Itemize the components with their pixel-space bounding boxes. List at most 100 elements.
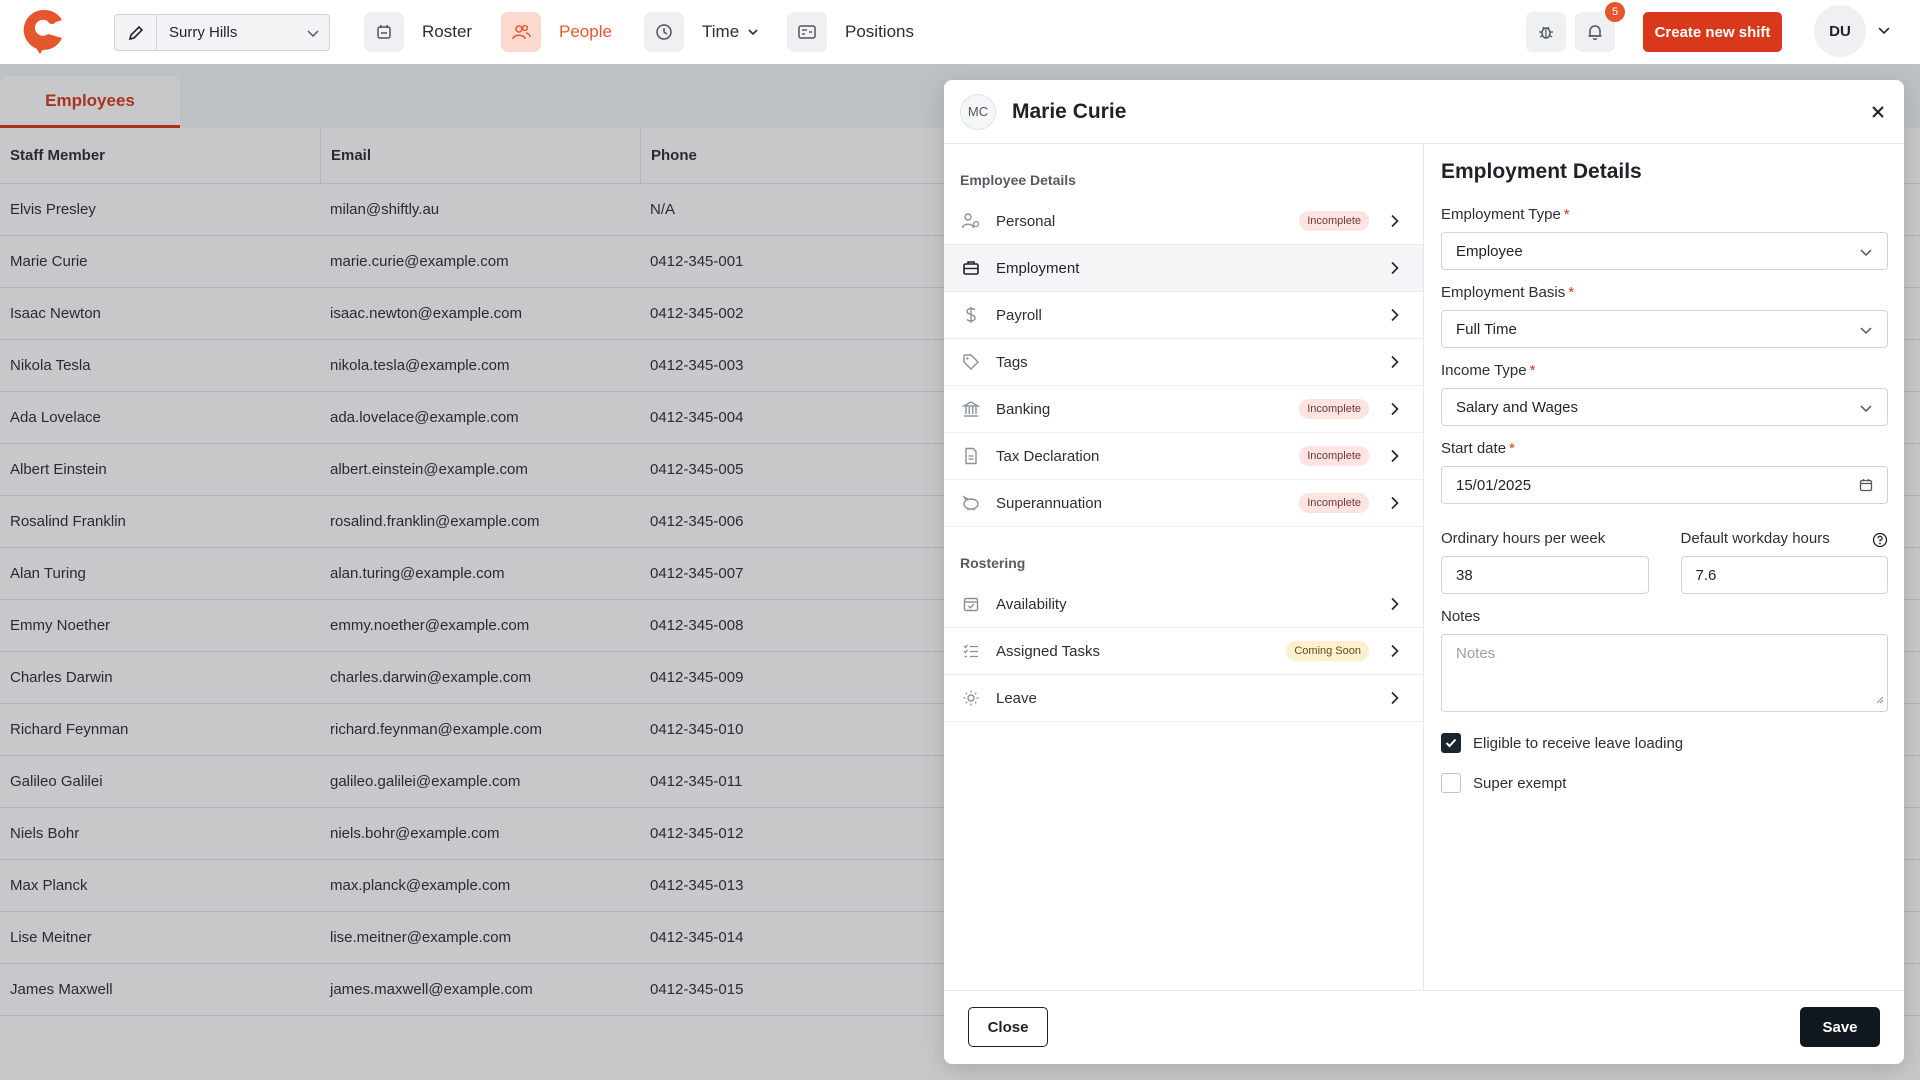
employee-sections-nav: Employee Details Personal Incomplete Emplo… bbox=[944, 144, 1424, 990]
ordinary-hours-group: Ordinary hours per week 38 bbox=[1441, 504, 1649, 594]
employment-basis-select[interactable]: Full Time bbox=[1441, 310, 1888, 348]
nav-item-banking[interactable]: Banking Incomplete bbox=[944, 386, 1423, 433]
super-exempt-checkbox[interactable] bbox=[1441, 773, 1461, 793]
nav-people[interactable]: People bbox=[501, 12, 612, 52]
location-select[interactable]: Surry Hills bbox=[114, 14, 330, 51]
nav-roster-label: Roster bbox=[422, 22, 473, 41]
briefcase-icon bbox=[960, 257, 982, 279]
notification-count-badge: 5 bbox=[1605, 2, 1625, 22]
income-type-label: Income Type * bbox=[1441, 362, 1888, 382]
nav-item-label: Assigned Tasks bbox=[996, 642, 1100, 660]
start-date-value: 15/01/2025 bbox=[1456, 476, 1532, 494]
status-badge: Incomplete bbox=[1299, 446, 1369, 466]
calendar-icon[interactable] bbox=[1859, 478, 1873, 496]
chevron-down-icon bbox=[747, 26, 759, 38]
nav-item-tax-declaration[interactable]: Tax Declaration Incomplete bbox=[944, 433, 1423, 480]
nav-positions-label: Positions bbox=[845, 22, 914, 41]
chevron-down-icon bbox=[1859, 245, 1873, 263]
rostering-list: Availability Assigned Tasks Coming Soon Lea… bbox=[944, 581, 1423, 722]
save-button[interactable]: Save bbox=[1800, 1007, 1880, 1047]
nav-item-personal[interactable]: Personal Incomplete bbox=[944, 198, 1423, 245]
chevron-right-icon bbox=[1387, 261, 1403, 275]
super-exempt-label: Super exempt bbox=[1473, 774, 1567, 792]
form-title: Employment Details bbox=[1441, 160, 1642, 183]
employee-avatar: MC bbox=[960, 93, 996, 130]
nav-item-label: Personal bbox=[996, 212, 1056, 230]
notes-textarea[interactable]: Notes bbox=[1441, 634, 1888, 712]
chevron-down-icon bbox=[297, 26, 329, 40]
status-badge: Incomplete bbox=[1299, 211, 1369, 231]
close-icon[interactable] bbox=[1866, 100, 1890, 124]
chevron-right-icon bbox=[1387, 214, 1403, 228]
nav-item-assigned-tasks[interactable]: Assigned Tasks Coming Soon bbox=[944, 628, 1423, 675]
ordinary-hours-label: Ordinary hours per week bbox=[1441, 530, 1606, 547]
nav-item-availability[interactable]: Availability bbox=[944, 581, 1423, 628]
chevron-right-icon bbox=[1387, 355, 1403, 369]
top-navigation: Surry Hills Roster People Time Positions bbox=[0, 0, 1920, 64]
modal-footer: Close Save bbox=[944, 990, 1904, 1064]
chevron-right-icon bbox=[1387, 597, 1403, 611]
location-value: Surry Hills bbox=[169, 24, 238, 41]
pencil-icon[interactable] bbox=[115, 15, 157, 50]
bug-report-button[interactable] bbox=[1526, 12, 1566, 52]
leave-loading-row[interactable]: Eligible to receive leave loading bbox=[1441, 732, 1888, 754]
notes-placeholder: Notes bbox=[1456, 645, 1496, 662]
nav-item-tags[interactable]: Tags bbox=[944, 339, 1423, 386]
app-logo[interactable] bbox=[22, 8, 66, 56]
help-icon[interactable] bbox=[1872, 532, 1888, 553]
chevron-right-icon bbox=[1387, 402, 1403, 416]
section-title-employee-details: Employee Details bbox=[960, 172, 1076, 188]
notifications-button[interactable]: 5 bbox=[1575, 2, 1625, 52]
nav-positions[interactable]: Positions bbox=[787, 12, 914, 52]
required-marker: * bbox=[1568, 284, 1575, 301]
resize-handle-icon[interactable] bbox=[1876, 691, 1884, 708]
ordinary-hours-value: 38 bbox=[1456, 566, 1473, 584]
user-avatar[interactable]: DU bbox=[1814, 5, 1866, 57]
start-date-input[interactable]: 15/01/2025 bbox=[1441, 466, 1888, 504]
nav-item-leave[interactable]: Leave bbox=[944, 675, 1423, 722]
ordinary-hours-input[interactable]: 38 bbox=[1441, 556, 1649, 594]
bell-icon bbox=[1586, 23, 1604, 41]
nav-item-label: Superannuation bbox=[996, 494, 1102, 512]
people-icon bbox=[501, 12, 541, 52]
bug-icon bbox=[1537, 23, 1555, 41]
bank-icon bbox=[960, 398, 982, 420]
nav-item-payroll[interactable]: Payroll bbox=[944, 292, 1423, 339]
notes-label: Notes bbox=[1441, 608, 1481, 625]
employment-type-value: Employee bbox=[1456, 242, 1523, 260]
workday-hours-label: Default workday hours bbox=[1680, 530, 1830, 547]
create-new-shift-button[interactable]: Create new shift bbox=[1643, 12, 1782, 52]
income-type-select[interactable]: Salary and Wages bbox=[1441, 388, 1888, 426]
income-type-label-text: Income Type bbox=[1441, 362, 1527, 379]
employment-basis-value: Full Time bbox=[1456, 320, 1517, 338]
chevron-right-icon bbox=[1387, 644, 1403, 658]
nav-roster[interactable]: Roster bbox=[364, 12, 472, 52]
nav-time[interactable]: Time bbox=[644, 12, 759, 52]
required-marker: * bbox=[1563, 206, 1570, 223]
nav-item-superannuation[interactable]: Superannuation Incomplete bbox=[944, 480, 1423, 527]
workday-hours-value: 7.6 bbox=[1695, 566, 1717, 584]
employee-name: Marie Curie bbox=[1012, 99, 1127, 123]
calendar-icon bbox=[364, 12, 404, 52]
workday-hours-input[interactable]: 7.6 bbox=[1680, 556, 1888, 594]
nav-item-label: Payroll bbox=[996, 306, 1042, 324]
nav-item-label: Tax Declaration bbox=[996, 447, 1100, 465]
nav-item-employment[interactable]: Employment bbox=[944, 245, 1423, 292]
chevron-right-icon bbox=[1387, 308, 1403, 322]
leave-loading-label: Eligible to receive leave loading bbox=[1473, 734, 1684, 752]
employment-type-select[interactable]: Employee bbox=[1441, 232, 1888, 270]
chevron-down-icon[interactable] bbox=[1876, 22, 1892, 43]
employment-type-label-text: Employment Type bbox=[1441, 206, 1561, 223]
close-button[interactable]: Close bbox=[968, 1007, 1048, 1047]
section-title-rostering: Rostering bbox=[960, 555, 1026, 571]
tag-icon bbox=[960, 351, 982, 373]
leave-loading-checkbox[interactable] bbox=[1441, 733, 1461, 753]
id-card-icon bbox=[787, 12, 827, 52]
required-marker: * bbox=[1509, 440, 1515, 457]
employee-modal: MC Marie Curie Employee Details Personal… bbox=[944, 80, 1904, 1064]
modal-header: MC Marie Curie bbox=[944, 80, 1904, 144]
super-exempt-row[interactable]: Super exempt bbox=[1441, 772, 1888, 794]
status-badge: Incomplete bbox=[1299, 493, 1369, 513]
nav-item-label: Employment bbox=[996, 259, 1080, 277]
employment-basis-label: Employment Basis * bbox=[1441, 284, 1888, 304]
